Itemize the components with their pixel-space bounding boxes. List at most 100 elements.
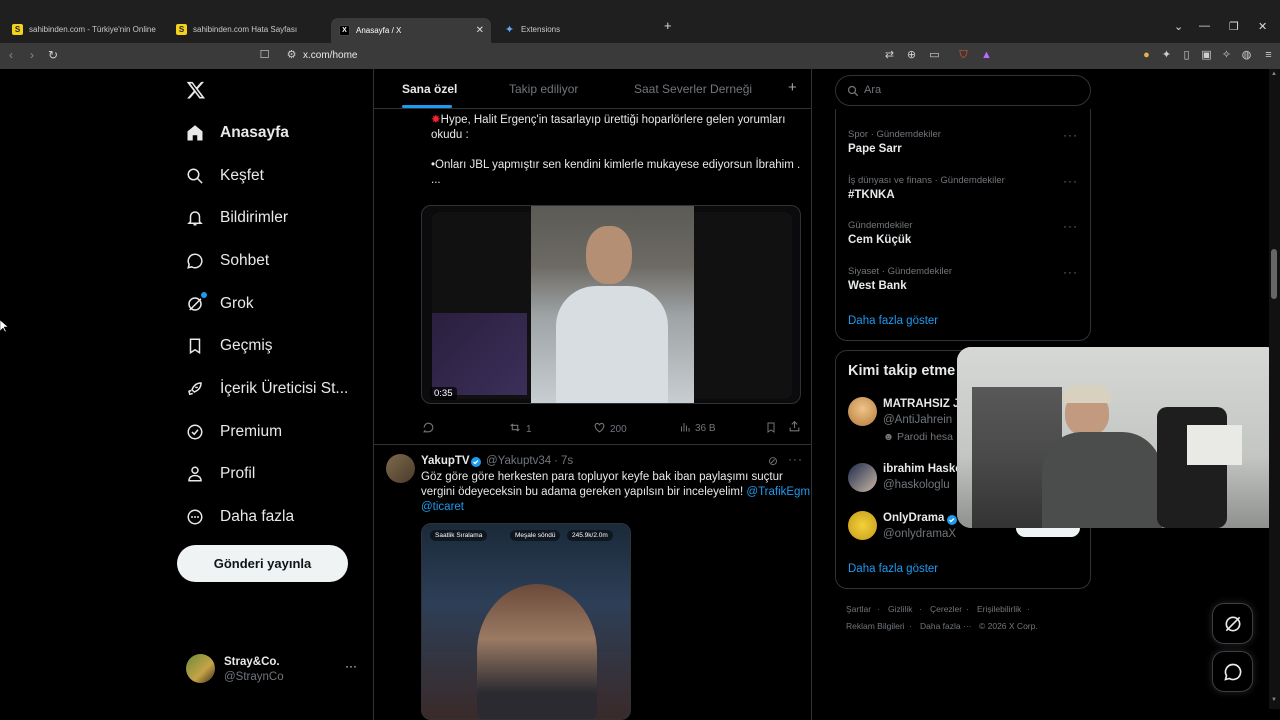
views-button[interactable]: 36 B	[679, 421, 716, 436]
tweet-author-handle[interactable]: @Yakuptv34	[486, 455, 551, 467]
grok-explain-icon[interactable]: ⊘	[768, 454, 778, 468]
tab-list-chevron-icon[interactable]: ⌄	[1174, 20, 1183, 33]
tweet-text-line: okudu :	[431, 129, 469, 141]
footer-terms[interactable]: Şartlar	[846, 604, 871, 614]
add-tab-button[interactable]: +	[788, 79, 797, 96]
follow-handle[interactable]: @haskologlu	[883, 479, 950, 491]
tweet-video[interactable]: Saatlik Sıralama Meşale söndü 245.9k/2.0…	[421, 523, 631, 720]
scroll-up-icon[interactable]: ▲	[1271, 71, 1277, 77]
avatar[interactable]	[386, 454, 415, 483]
footer-copyright: © 2026 X Corp.	[979, 621, 1038, 631]
mention-link[interactable]: @ticaret	[421, 500, 464, 515]
search-input[interactable]: Ara	[835, 75, 1091, 106]
follow-show-more-link[interactable]: Daha fazla göster	[848, 563, 938, 575]
sidebar-icon[interactable]: ▯	[1180, 49, 1193, 62]
share-button[interactable]	[788, 420, 801, 433]
webcam-overlay	[957, 347, 1280, 528]
bookmark-tweet-button[interactable]	[765, 421, 777, 434]
footer-separator: ·	[877, 604, 880, 614]
tweet-more-icon[interactable]: ···	[788, 452, 803, 466]
address-bar[interactable]: x.com/home	[303, 50, 357, 61]
close-window-icon[interactable]: ✕	[1258, 20, 1267, 33]
follow-name[interactable]: ibrahim Hasko	[883, 463, 962, 475]
trend-more-icon[interactable]: ···	[1063, 128, 1078, 142]
back-icon[interactable]: ‹	[9, 48, 13, 62]
scrollbar-thumb[interactable]	[1271, 249, 1277, 299]
tab-following[interactable]: Takip ediliyor	[509, 82, 578, 96]
new-tab-button[interactable]: +	[664, 18, 672, 33]
messages-fab-button[interactable]	[1212, 651, 1253, 692]
wallet-icon[interactable]: ▣	[1200, 49, 1213, 62]
browser-tab-sahibinden-error[interactable]: S sahibinden.com Hata Sayfası	[168, 18, 328, 40]
trend-more-icon[interactable]: ···	[1063, 265, 1078, 279]
leo-ai-icon[interactable]: ✧	[1220, 49, 1233, 62]
nav-home[interactable]: Anasayfa	[186, 118, 289, 148]
close-tab-icon[interactable]: ✕	[476, 25, 484, 36]
site-settings-icon[interactable]: ⚙	[285, 49, 298, 62]
video-inset-streamer	[432, 313, 527, 395]
avatar[interactable]	[848, 463, 877, 492]
brave-shield-icon[interactable]: ⛉	[957, 49, 970, 62]
avatar[interactable]	[848, 511, 877, 540]
nav-profile[interactable]: Profil	[186, 459, 255, 489]
follow-name[interactable]: OnlyDrama	[883, 512, 944, 524]
nav-notifications[interactable]: Bildirimler	[186, 203, 288, 233]
like-button[interactable]: 200	[593, 421, 627, 437]
footer-privacy[interactable]: Gizlilik	[888, 604, 913, 614]
trend-name[interactable]: Pape Sarr	[848, 143, 902, 155]
trend-name[interactable]: #TKNKA	[848, 189, 895, 201]
account-more-icon[interactable]: ···	[345, 659, 357, 673]
footer-cookies[interactable]: Çerezler	[930, 604, 962, 614]
zoom-icon[interactable]: ⊕	[905, 49, 918, 62]
translate-icon[interactable]: ⇄	[883, 49, 896, 62]
reply-button[interactable]	[422, 421, 439, 437]
bookmark-page-icon[interactable]: ☐	[258, 49, 271, 62]
account-switcher[interactable]: Stray&Co. @StraynCo ···	[186, 654, 366, 686]
video-person-thumbnail	[531, 206, 694, 403]
tweet-video[interactable]: 0:35	[421, 205, 801, 404]
minimize-icon[interactable]: —	[1199, 20, 1210, 32]
trends-show-more-link[interactable]: Daha fazla göster	[848, 315, 938, 327]
tab-for-you[interactable]: Sana özel	[402, 82, 457, 96]
nav-explore[interactable]: Keşfet	[186, 161, 264, 191]
x-logo-icon[interactable]	[186, 80, 206, 100]
avatar[interactable]	[848, 397, 877, 426]
cast-icon[interactable]: ▭	[928, 49, 941, 62]
nav-more[interactable]: Daha fazla	[186, 502, 294, 532]
footer-more[interactable]: Daha fazla ···	[920, 621, 972, 631]
nav-bookmarks[interactable]: Geçmiş	[186, 331, 273, 361]
nav-grok[interactable]: Grok	[186, 289, 254, 319]
forward-icon[interactable]: ›	[30, 48, 34, 62]
brave-rewards-icon[interactable]: ▲	[980, 49, 993, 62]
tweet-author-name[interactable]: YakupTV	[421, 455, 470, 467]
vpn-icon[interactable]: ◍	[1240, 49, 1253, 62]
nav-premium[interactable]: Premium	[186, 417, 282, 447]
maximize-icon[interactable]: ❐	[1229, 20, 1239, 33]
browser-tab-x-home[interactable]: X Anasayfa / X ✕	[331, 18, 491, 43]
menu-icon[interactable]: ≡	[1262, 49, 1275, 62]
trend-more-icon[interactable]: ···	[1063, 174, 1078, 188]
page-scrollbar[interactable]: ▲ ▼	[1269, 69, 1280, 709]
nav-creator-studio[interactable]: İçerik Üreticisi St...	[186, 374, 348, 404]
grok-fab-button[interactable]	[1212, 603, 1253, 644]
browser-tab-extensions[interactable]: ✦ Extensions	[496, 18, 656, 40]
trend-name[interactable]: West Bank	[848, 280, 907, 292]
extensions-icon[interactable]: ✦	[1160, 49, 1173, 62]
retweet-button[interactable]: 1	[508, 421, 532, 437]
follow-handle[interactable]: @onlydramaX	[883, 528, 956, 540]
tweet-time[interactable]: · 7s	[554, 455, 573, 467]
browser-tab-sahibinden[interactable]: S sahibinden.com - Türkiye'nin Online	[4, 18, 164, 40]
mention-link[interactable]: @TrafikEgm	[746, 486, 810, 498]
scroll-down-icon[interactable]: ▼	[1271, 697, 1277, 703]
reload-icon[interactable]: ↻	[48, 48, 58, 62]
trend-name[interactable]: Cem Küçük	[848, 234, 911, 246]
tab-saat-severler[interactable]: Saat Severler Derneği	[634, 82, 752, 96]
extension-icon[interactable]: ●	[1140, 49, 1153, 62]
follow-name[interactable]: MATRAHSIZ Ja	[883, 398, 966, 410]
follow-handle[interactable]: @AntiJahrein	[883, 414, 952, 426]
footer-accessibility[interactable]: Erişilebilirlik	[977, 604, 1021, 614]
nav-chat[interactable]: Sohbet	[186, 246, 269, 276]
post-button[interactable]: Gönderi yayınla	[177, 545, 348, 582]
footer-ads-info[interactable]: Reklam Bilgileri	[846, 621, 905, 631]
trend-more-icon[interactable]: ···	[1063, 219, 1078, 233]
